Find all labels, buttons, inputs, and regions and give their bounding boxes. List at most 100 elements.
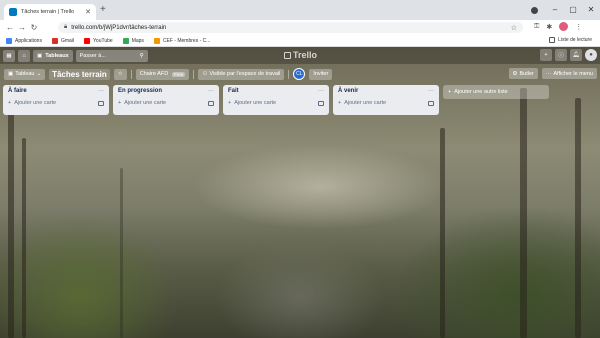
divider — [193, 69, 195, 79]
search-input[interactable]: Passer à... ⚲ — [75, 49, 148, 62]
board-switch-label: Tableau — [15, 71, 35, 77]
list-en-progression[interactable]: En progression ··· + Ajouter une carte — [113, 85, 219, 115]
new-tab-icon[interactable]: + — [100, 5, 106, 15]
browser-actions: ⚿ ✱ ⋮ — [534, 22, 582, 31]
list-menu-icon[interactable]: ··· — [318, 88, 324, 94]
list-menu-icon[interactable]: ··· — [428, 88, 434, 94]
bookmark-label: CEF - Membres - C... — [162, 37, 211, 44]
bookmark-label: YouTube — [93, 37, 113, 44]
bookmarks-bar: Applications Gmail YouTube Maps CEF - Me… — [0, 35, 600, 47]
notifications-button[interactable]: 🔔︎ — [570, 49, 582, 61]
trello-logo[interactable]: Trello — [284, 50, 317, 60]
card-template-icon[interactable] — [318, 100, 324, 106]
list-title[interactable]: En progression — [118, 88, 162, 94]
maximize-icon[interactable]: ▢ — [564, 4, 582, 16]
list-title[interactable]: À venir — [338, 88, 358, 94]
url-text: trello.com/b/jWjP1dvr/tâches-terrain — [71, 24, 167, 31]
bookmark-gmail[interactable]: Gmail — [51, 37, 74, 44]
window-controls: – ▢ ✕ — [546, 4, 600, 16]
browser-menu-icon[interactable]: ⋮ — [575, 23, 582, 31]
star-board-button[interactable]: ☆ — [113, 68, 127, 80]
browser-tab-bar: Tâches terrain | Trello ✕ + – ▢ ✕ — [0, 0, 600, 20]
grid-icon: ▦ — [6, 52, 12, 59]
card-template-icon[interactable] — [428, 100, 434, 106]
butler-button[interactable]: ⚙ Butler — [508, 68, 538, 79]
show-menu-button[interactable]: ··· Afficher le menu — [541, 68, 597, 79]
minimize-icon[interactable]: – — [546, 4, 564, 16]
list-menu-icon[interactable]: ··· — [98, 88, 104, 94]
user-icon: ● — [589, 52, 593, 58]
reload-icon[interactable]: ↻ — [28, 23, 40, 32]
url-field[interactable]: 🔒︎ trello.com/b/jWjP1dvr/tâches-terrain … — [58, 22, 523, 33]
add-card-button[interactable]: + Ajouter une carte — [8, 100, 104, 106]
back-icon[interactable]: ← — [4, 23, 16, 32]
add-list-label: Ajouter une autre liste — [454, 89, 508, 95]
boards-button[interactable]: ▣ Tableaux — [33, 49, 73, 62]
add-card-button[interactable]: + Ajouter une carte — [118, 100, 214, 106]
plus-icon: + — [544, 52, 548, 58]
create-button[interactable]: + — [540, 49, 552, 61]
address-bar: ← → ↻ 🔒︎ trello.com/b/jWjP1dvr/tâches-te… — [0, 20, 600, 35]
menu-label: Afficher le menu — [553, 70, 593, 77]
key-icon[interactable]: ⚿ — [534, 23, 539, 31]
list-menu-icon[interactable]: ··· — [208, 88, 214, 94]
close-tab-icon[interactable]: ✕ — [85, 8, 91, 16]
board-switch-button[interactable]: ▣ Tableau ⌄ — [4, 68, 46, 80]
reading-list-icon — [549, 37, 556, 43]
board-title[interactable]: Tâches terrain — [49, 68, 110, 80]
background-tree — [120, 168, 123, 338]
home-icon: ⌂ — [22, 52, 26, 59]
close-window-icon[interactable]: ✕ — [582, 4, 600, 16]
bookmark-applications[interactable]: Applications — [6, 37, 42, 44]
plus-icon: + — [118, 100, 122, 106]
invite-button[interactable]: Inviter — [309, 68, 333, 80]
maps-icon — [122, 37, 129, 44]
invite-label: Inviter — [313, 71, 329, 77]
bookmark-cef[interactable]: CEF - Membres - C... — [153, 37, 211, 44]
bell-icon: 🔔︎ — [572, 52, 580, 58]
plus-icon: + — [338, 100, 342, 106]
trello-mark-icon — [284, 51, 291, 59]
list-title[interactable]: Fait — [228, 88, 239, 94]
search-icon: ⚲ — [139, 52, 144, 59]
add-list-button[interactable]: + Ajouter une autre liste — [443, 85, 549, 99]
list-a-venir[interactable]: À venir ··· + Ajouter une carte — [333, 85, 439, 115]
card-template-icon[interactable] — [98, 100, 104, 106]
plus-icon: + — [8, 100, 12, 106]
lists-container: À faire ··· + Ajouter une carte En progres… — [3, 85, 549, 115]
cef-icon — [153, 37, 160, 44]
extensions-icon[interactable]: ✱ — [546, 23, 552, 31]
home-button[interactable]: ⌂ — [18, 49, 30, 62]
board-icon: ▣ — [8, 71, 14, 77]
background-tree — [520, 88, 527, 338]
list-title[interactable]: À faire — [8, 88, 27, 94]
chevron-down-icon: ⌄ — [36, 71, 42, 77]
user-avatar[interactable]: ● — [585, 49, 597, 61]
apps-grid-button[interactable]: ▦ — [3, 49, 15, 62]
list-fait[interactable]: Fait ··· + Ajouter une carte — [223, 85, 329, 115]
board-header-actions: ⚙ Butler ··· Afficher le menu — [508, 68, 597, 79]
card-template-icon[interactable] — [208, 100, 214, 106]
info-button[interactable]: ⓘ — [555, 49, 567, 61]
forward-icon[interactable]: → — [16, 23, 28, 32]
background-tree — [575, 98, 581, 338]
member-avatar[interactable]: CL — [293, 68, 306, 80]
browser-tab[interactable]: Tâches terrain | Trello ✕ — [4, 4, 96, 20]
bookmark-youtube[interactable]: YouTube — [84, 37, 113, 44]
list-a-faire[interactable]: À faire ··· + Ajouter une carte — [3, 85, 109, 115]
top-nav-actions: + ⓘ 🔔︎ ● — [540, 49, 597, 61]
bookmark-star-icon[interactable]: ☆ — [511, 24, 517, 32]
apps-icon — [6, 37, 12, 44]
add-card-button[interactable]: + Ajouter une carte — [338, 100, 434, 106]
reading-list-label: Liste de lecture — [558, 37, 592, 43]
reading-list[interactable]: Liste de lecture — [549, 37, 592, 43]
profile-avatar-icon[interactable] — [559, 22, 569, 31]
bookmark-maps[interactable]: Maps — [122, 37, 144, 44]
butler-label: Butler — [519, 70, 534, 77]
visibility-label: Visible par l'espace de travail — [209, 71, 281, 77]
profile-indicator-icon[interactable] — [531, 7, 538, 14]
visibility-button[interactable]: ⚇ Visible par l'espace de travail — [198, 68, 285, 80]
more-icon: ··· — [545, 70, 552, 77]
team-button[interactable]: Chaire AFD Free — [135, 68, 190, 80]
add-card-button[interactable]: + Ajouter une carte — [228, 100, 324, 106]
